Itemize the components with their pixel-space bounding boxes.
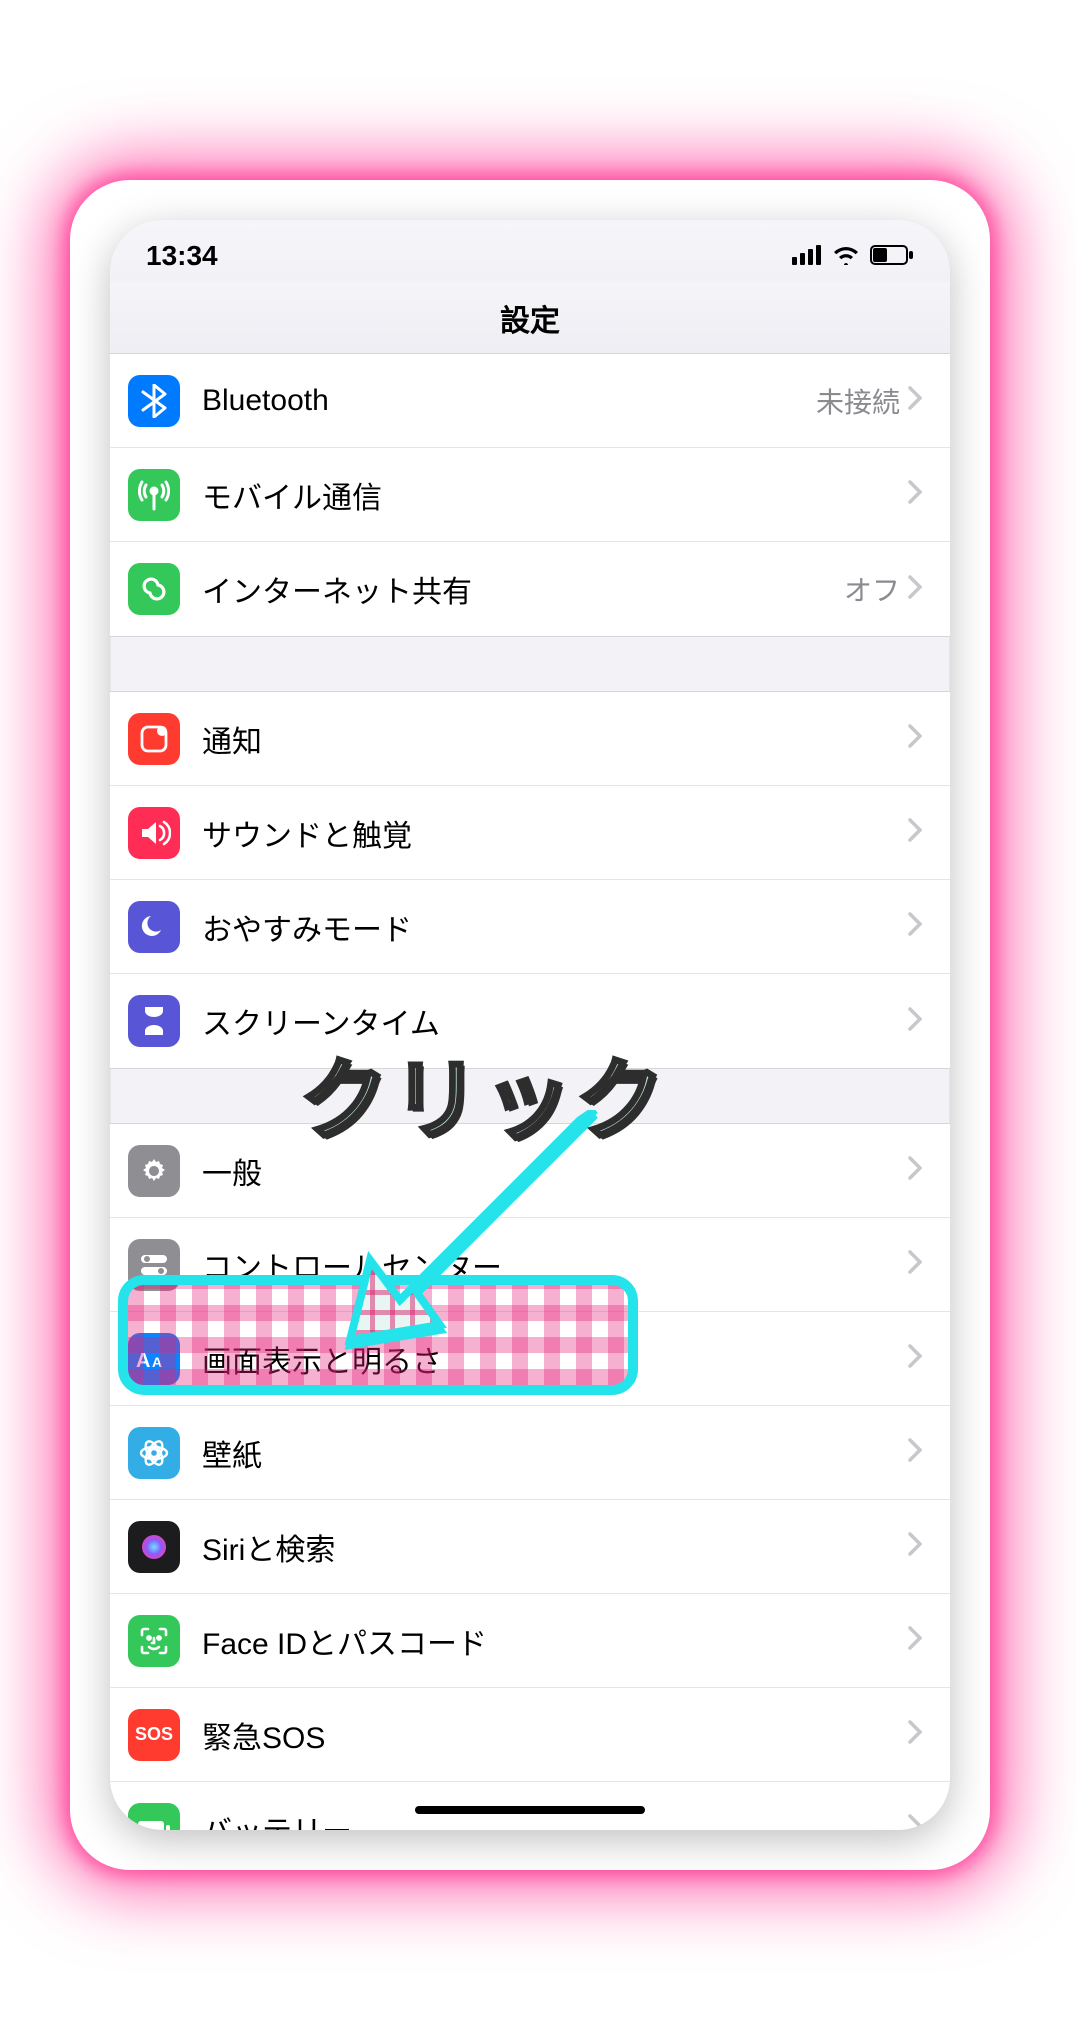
row-label: Bluetooth (202, 384, 816, 418)
chevron-right-icon (908, 386, 922, 415)
row-personal-hotspot[interactable]: インターネット共有 オフ (110, 542, 950, 636)
sos-icon: SOS (128, 1709, 180, 1761)
gear-icon (128, 1145, 180, 1197)
row-label: 通知 (202, 717, 908, 761)
phone-frame: 13:34 設定 Bluetooth 未接続 (110, 220, 950, 1830)
row-general[interactable]: 一般 (110, 1124, 950, 1218)
chevron-right-icon (908, 912, 922, 941)
svg-text:A: A (136, 1350, 150, 1372)
settings-group-connectivity: Bluetooth 未接続 モバイル通信 インターネット共有 オフ (110, 354, 950, 637)
antenna-icon (128, 469, 180, 521)
home-indicator[interactable] (415, 1806, 645, 1814)
chevron-right-icon (908, 480, 922, 509)
svg-text:A: A (152, 1354, 162, 1370)
page-title: 設定 (500, 296, 560, 340)
switches-icon (128, 1239, 180, 1291)
row-label: おやすみモード (202, 905, 908, 949)
row-screentime[interactable]: スクリーンタイム (110, 974, 950, 1068)
settings-group-general: 一般 コントロールセンター AA 画面表示と明るさ (110, 1123, 950, 1830)
row-mobile-data[interactable]: モバイル通信 (110, 448, 950, 542)
row-label: Face IDとパスコード (202, 1619, 908, 1663)
bluetooth-icon (128, 375, 180, 427)
row-display-brightness[interactable]: AA 画面表示と明るさ (110, 1312, 950, 1406)
row-dnd[interactable]: おやすみモード (110, 880, 950, 974)
chevron-right-icon (908, 1007, 922, 1036)
row-notifications[interactable]: 通知 (110, 692, 950, 786)
status-time: 13:34 (146, 240, 218, 272)
siri-icon (128, 1521, 180, 1573)
wallpaper-icon (128, 1427, 180, 1479)
row-label: 画面表示と明るさ (202, 1337, 908, 1381)
chevron-right-icon (908, 1720, 922, 1749)
row-label: インターネット共有 (202, 567, 844, 611)
row-value: オフ (844, 569, 900, 609)
chevron-right-icon (908, 1626, 922, 1655)
navbar: 設定 (110, 282, 950, 354)
chevron-right-icon (908, 1532, 922, 1561)
row-label: Siriと検索 (202, 1525, 908, 1569)
row-label: サウンドと触覚 (202, 811, 908, 855)
settings-list[interactable]: Bluetooth 未接続 モバイル通信 インターネット共有 オフ (110, 354, 950, 1830)
row-bluetooth[interactable]: Bluetooth 未接続 (110, 354, 950, 448)
row-label: 一般 (202, 1149, 908, 1193)
notification-icon (128, 713, 180, 765)
link-icon (128, 563, 180, 615)
chevron-right-icon (908, 575, 922, 604)
row-value: 未接続 (816, 381, 900, 421)
row-sos[interactable]: SOS 緊急SOS (110, 1688, 950, 1782)
row-sounds[interactable]: サウンドと触覚 (110, 786, 950, 880)
hourglass-icon (128, 995, 180, 1047)
text-size-icon: AA (128, 1333, 180, 1385)
row-wallpaper[interactable]: 壁紙 (110, 1406, 950, 1500)
status-indicators (792, 240, 914, 272)
row-label: 壁紙 (202, 1431, 908, 1475)
faceid-icon (128, 1615, 180, 1667)
group-gap (110, 1069, 950, 1123)
row-label: スクリーンタイム (202, 999, 908, 1043)
chevron-right-icon (908, 818, 922, 847)
speaker-icon (128, 807, 180, 859)
row-siri[interactable]: Siriと検索 (110, 1500, 950, 1594)
wifi-icon (832, 240, 860, 272)
row-label: 緊急SOS (202, 1713, 908, 1757)
chevron-right-icon (908, 724, 922, 753)
row-label: コントロールセンター (202, 1243, 908, 1287)
row-control-center[interactable]: コントロールセンター (110, 1218, 950, 1312)
row-label: モバイル通信 (202, 473, 908, 517)
row-faceid[interactable]: Face IDとパスコード (110, 1594, 950, 1688)
moon-icon (128, 901, 180, 953)
group-gap (110, 637, 950, 691)
chevron-right-icon (908, 1156, 922, 1185)
cellular-signal-icon (792, 240, 822, 272)
chevron-right-icon (908, 1344, 922, 1373)
status-bar: 13:34 (110, 220, 950, 282)
settings-group-notifications: 通知 サウンドと触覚 おやすみモード ス (110, 691, 950, 1069)
chevron-right-icon (908, 1250, 922, 1279)
battery-icon (870, 240, 914, 272)
chevron-right-icon (908, 1438, 922, 1467)
